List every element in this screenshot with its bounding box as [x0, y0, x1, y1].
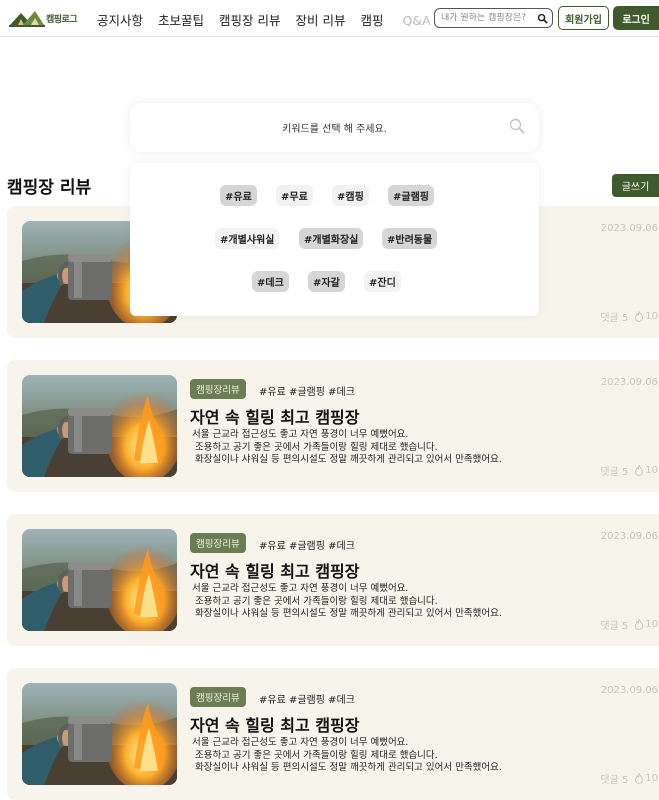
like-count: 10 [645, 465, 658, 476]
comment-count: 댓글 5 [600, 313, 629, 324]
site-header: 캠핑로그 공지사항 초보꿀팁 캠핑장 리뷰 장비 리뷰 캠핑 Q&A 회원가입 … [0, 0, 659, 37]
nav-item-notice[interactable]: 공지사항 [97, 10, 143, 29]
comment-count: 댓글 5 [600, 467, 629, 478]
review-excerpt: 서울 근교라 접근성도 좋고 자연 풍경이 너무 예뻤어요. 조용하고 공기 좋… [192, 737, 502, 773]
category-badge: 캠핑장리뷰 [190, 687, 246, 707]
nav-item-campsite-review[interactable]: 캠핑장 리뷰 [219, 10, 280, 29]
write-button[interactable]: 글쓰기 [612, 174, 659, 197]
fire-like-icon [635, 619, 644, 630]
nav-item-gear-review[interactable]: 장비 리뷰 [296, 10, 346, 29]
keyword-chip[interactable]: #자갈 [308, 271, 345, 292]
review-thumbnail [22, 375, 177, 477]
review-excerpt: 서울 근교라 접근성도 좋고 자연 풍경이 너무 예뻤어요. 조용하고 공기 좋… [192, 429, 502, 465]
category-badge: 캠핑장리뷰 [190, 533, 246, 553]
review-title[interactable]: 자연 속 힐링 최고 캠핑장 [190, 558, 359, 582]
review-date: 2023.09.06 [600, 685, 658, 696]
review-thumbnail [22, 683, 177, 785]
nav-item-qna-suffix: Q&A [402, 13, 431, 28]
keyword-chip-panel: #유료 #무료 #캠핑 #글램핑 #개별샤워실 #개별화장실 #반려동물 #데크… [130, 163, 539, 316]
keyword-chip[interactable]: #무료 [276, 185, 313, 206]
tent-logo-icon [9, 11, 45, 27]
fire-like-icon [635, 465, 644, 476]
review-stats: 댓글 5 10 [600, 309, 658, 324]
review-title[interactable]: 자연 속 힐링 최고 캠핑장 [190, 712, 359, 736]
review-tags: #유료 #글램핑 #데크 [259, 387, 355, 398]
review-tags: #유료 #글램핑 #데크 [259, 695, 355, 706]
fire-like-icon [635, 773, 644, 784]
signup-button[interactable]: 회원가입 [558, 6, 609, 30]
review-stats: 댓글 5 10 [600, 463, 658, 478]
main-nav: 공지사항 초보꿀팁 캠핑장 리뷰 장비 리뷰 캠핑 Q&A [97, 10, 446, 29]
review-tags: #유료 #글램핑 #데크 [259, 541, 355, 552]
logo-text: 캠핑로그 [46, 14, 78, 25]
like-count: 10 [645, 619, 658, 630]
review-stats: 댓글 5 10 [600, 771, 658, 786]
review-date: 2023.09.06 [600, 377, 658, 388]
keyword-search-prompt: 키워드를 선택 해 주세요. [282, 124, 387, 135]
review-thumbnail [22, 529, 177, 631]
review-title[interactable]: 자연 속 힐링 최고 캠핑장 [190, 404, 359, 428]
keyword-chip[interactable]: #유료 [220, 185, 257, 206]
camping-cup-image [22, 529, 177, 631]
keyword-search-bar[interactable]: 키워드를 선택 해 주세요. [130, 103, 539, 152]
header-search [434, 8, 553, 28]
review-date: 2023.09.06 [600, 223, 658, 234]
like-count: 10 [645, 773, 658, 784]
keyword-chip[interactable]: #반려동물 [382, 228, 438, 249]
keyword-chip[interactable]: #글램핑 [388, 185, 434, 206]
comment-count: 댓글 5 [600, 621, 629, 632]
search-icon[interactable] [509, 118, 525, 134]
camping-cup-image [22, 683, 177, 785]
category-badge-label: 캠핑장리뷰 [196, 539, 240, 550]
review-card[interactable]: 캠핑장리뷰 #유료 #글램핑 #데크 자연 속 힐링 최고 캠핑장 서울 근교라… [7, 668, 659, 800]
site-logo[interactable]: 캠핑로그 [9, 8, 78, 28]
category-badge: 캠핑장리뷰 [190, 379, 246, 399]
header-search-input[interactable] [441, 13, 537, 23]
fire-like-icon [635, 311, 644, 322]
nav-item-qna[interactable]: 캠핑 Q&A [361, 10, 446, 29]
keyword-chip[interactable]: #데크 [252, 271, 289, 292]
keyword-chip[interactable]: #잔디 [364, 271, 401, 292]
keyword-chip[interactable]: #개별샤워실 [215, 228, 280, 249]
login-button[interactable]: 로그인 [613, 6, 659, 30]
keyword-chip[interactable]: #캠핑 [332, 185, 369, 206]
category-badge-label: 캠핑장리뷰 [196, 693, 240, 704]
nav-item-tips[interactable]: 초보꿀팁 [158, 10, 204, 29]
page-title: 캠핑장 리뷰 [7, 178, 92, 198]
comment-count: 댓글 5 [600, 775, 629, 786]
review-card[interactable]: 캠핑장리뷰 #유료 #글램핑 #데크 자연 속 힐링 최고 캠핑장 서울 근교라… [7, 514, 659, 646]
camping-cup-image [22, 375, 177, 477]
review-date: 2023.09.06 [600, 531, 658, 542]
keyword-chip[interactable]: #개별화장실 [299, 228, 364, 249]
review-excerpt: 서울 근교라 접근성도 좋고 자연 풍경이 너무 예뻤어요. 조용하고 공기 좋… [192, 583, 502, 619]
category-badge-label: 캠핑장리뷰 [196, 385, 240, 396]
review-card[interactable]: 캠핑장리뷰 #유료 #글램핑 #데크 자연 속 힐링 최고 캠핑장 서울 근교라… [7, 360, 659, 492]
review-stats: 댓글 5 10 [600, 617, 658, 632]
nav-item-qna-label: 캠핑 [360, 13, 384, 28]
search-icon[interactable] [537, 13, 548, 24]
like-count: 10 [645, 311, 658, 322]
